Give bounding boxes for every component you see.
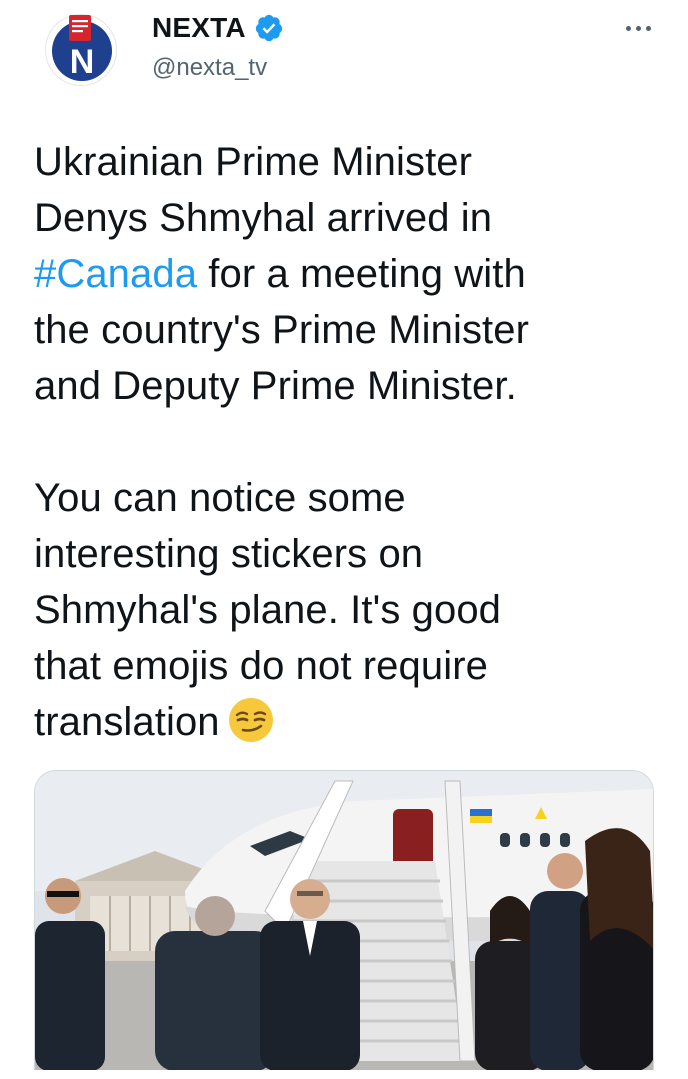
nexta-logo-icon: N [52, 15, 112, 81]
tweet-paragraph-1: Ukrainian Prime Minister Denys Shmyhal a… [34, 134, 664, 414]
author-name-row: NEXTA [152, 12, 284, 44]
logo-letter: N [70, 43, 95, 81]
airplane-photo [35, 771, 653, 1070]
more-dot [635, 25, 641, 31]
more-dot [625, 25, 631, 31]
avatar[interactable]: N [45, 14, 117, 86]
tweet-photo[interactable] [34, 770, 654, 1070]
author-name[interactable]: NEXTA [152, 12, 246, 44]
smirking-face-icon [228, 698, 273, 742]
more-options-icon[interactable] [618, 14, 658, 42]
tweet-paragraph-2: You can notice some interesting stickers… [34, 470, 664, 750]
more-dot [645, 25, 651, 31]
tweet-text-part: Ukrainian Prime Minister Denys Shmyhal a… [34, 140, 493, 240]
tweet-header: N NEXTA @nexta_tv [0, 0, 688, 110]
tweet-text: Ukrainian Prime Minister Denys Shmyhal a… [34, 134, 664, 750]
verified-badge-icon[interactable] [254, 13, 284, 43]
author-handle[interactable]: @nexta_tv [152, 54, 267, 82]
hashtag-link[interactable]: #Canada [34, 252, 197, 296]
